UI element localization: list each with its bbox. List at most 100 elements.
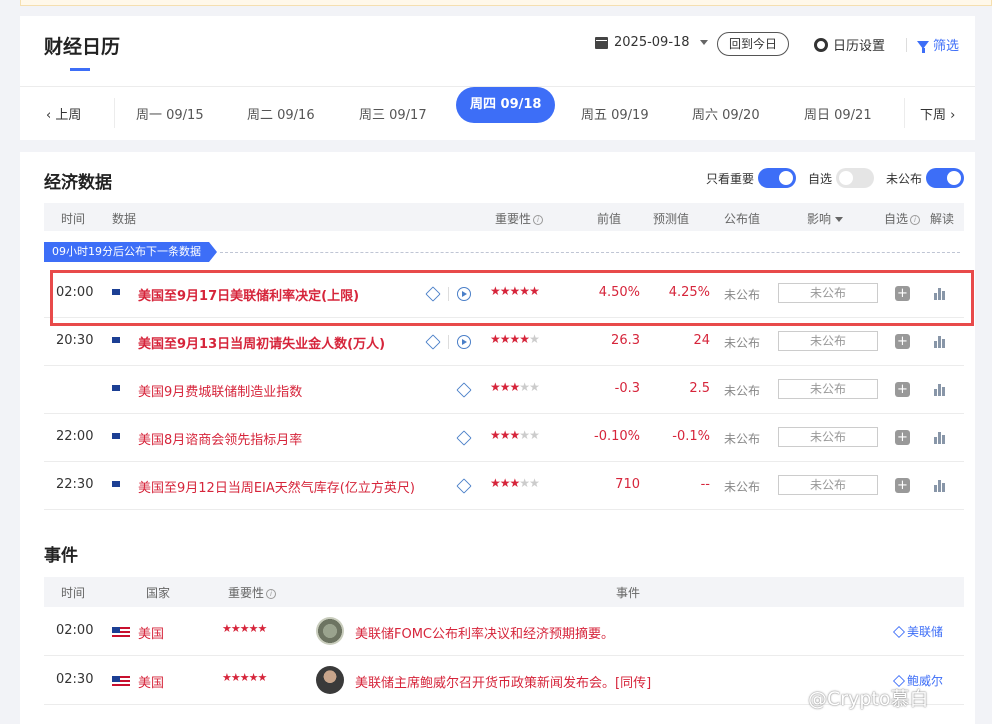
cube-icon[interactable]: [425, 286, 441, 302]
watermark: @Crypto慕白: [808, 688, 929, 710]
table-row: 美国9月费城联储制造业指数 ★★★★★ -0.3 2.5 未公布 未公布 +: [44, 366, 964, 414]
row-time: 20:30: [56, 333, 94, 348]
col-importance: 重要性 i: [228, 584, 277, 601]
col-importance-label: 重要性: [228, 586, 265, 600]
prev-value: -0.3: [614, 381, 640, 396]
bar-chart-icon[interactable]: [934, 334, 948, 348]
star-icon: ★: [490, 428, 501, 442]
indicator-name-link[interactable]: 美国至9月17日美联储利率决定(上限): [138, 285, 359, 304]
prev-week-button[interactable]: ‹ 上周: [46, 104, 81, 123]
prev-value: 4.50%: [598, 285, 640, 300]
day-tab-sat[interactable]: 周六 09/20: [692, 104, 760, 123]
star-icon: ★: [499, 332, 511, 346]
actual-value: 未公布: [724, 288, 761, 302]
info-icon[interactable]: i: [266, 588, 277, 599]
prev-week-label: 上周: [55, 108, 82, 123]
indicator-name-link[interactable]: 美国至9月13日当周初请失业金人数(万人): [138, 333, 385, 352]
col-data: 数据: [112, 212, 137, 226]
add-watchlist-icon[interactable]: +: [895, 430, 910, 445]
event-time: 02:00: [56, 623, 94, 638]
econ-section-title: 经济数据: [44, 173, 112, 193]
info-icon[interactable]: i: [910, 214, 921, 225]
calendar-icon: [595, 36, 608, 49]
importance-stars: ★★★★★: [490, 332, 540, 346]
star-icon: ★: [529, 332, 540, 346]
cube-icon: [892, 625, 906, 638]
forecast-value: 2.5: [689, 381, 710, 396]
table-row: 20:30 美国至9月13日当周初请失业金人数(万人) ★★★★★ 26.3 24 未公布…: [44, 318, 964, 366]
event-tag-label: 美联储: [907, 625, 944, 639]
indicator-name-link[interactable]: 美国8月谘商会领先指标月率: [138, 429, 302, 448]
cube-icon[interactable]: [456, 430, 472, 446]
info-icon[interactable]: i: [533, 214, 544, 225]
play-icon[interactable]: [457, 287, 471, 301]
col-time: 时间: [61, 586, 86, 600]
col-watch: 自选 i: [884, 210, 921, 227]
star-icon: ★: [529, 380, 540, 394]
day-tab-thu[interactable]: 周四 09/18: [456, 87, 556, 123]
actual-value: 未公布: [724, 384, 761, 398]
divider: [114, 98, 115, 128]
toggle-watchlist-switch[interactable]: [836, 168, 875, 188]
col-actual: 公布值: [724, 212, 761, 226]
next-week-button[interactable]: 下周 ›: [920, 104, 955, 123]
star-icon: ★: [519, 380, 530, 394]
bar-chart-icon[interactable]: [934, 286, 948, 300]
star-icon: ★: [490, 284, 501, 298]
divider: [448, 287, 449, 301]
prev-value: 26.3: [611, 333, 640, 348]
col-importance-label: 重要性: [495, 212, 532, 226]
day-tab-tue[interactable]: 周二 09/16: [247, 104, 315, 123]
day-tab-fri[interactable]: 周五 09/19: [581, 104, 649, 123]
importance-stars: ★★★★★: [490, 284, 540, 298]
bar-chart-icon[interactable]: [934, 430, 948, 444]
cube-icon[interactable]: [456, 478, 472, 494]
forecast-value: -0.1%: [672, 429, 710, 444]
col-watch-label: 自选: [884, 212, 909, 226]
day-tab-mon[interactable]: 周一 09/15: [136, 104, 204, 123]
add-watchlist-icon[interactable]: +: [895, 286, 910, 301]
indicator-name-link[interactable]: 美国至9月12日当周EIA天然气库存(亿立方英尺): [138, 477, 415, 496]
play-icon[interactable]: [457, 335, 471, 349]
row-time: 02:00: [56, 285, 94, 300]
cube-icon[interactable]: [456, 382, 472, 398]
star-icon: ★: [519, 428, 530, 442]
add-watchlist-icon[interactable]: +: [895, 478, 910, 493]
prev-value: -0.10%: [594, 429, 640, 444]
star-icon: ★: [499, 284, 511, 298]
col-analysis: 解读: [930, 212, 955, 226]
add-watchlist-icon[interactable]: +: [895, 382, 910, 397]
indicator-name-link[interactable]: 美国9月费城联储制造业指数: [138, 381, 302, 400]
next-week-label: 下周: [920, 108, 947, 123]
event-text-link[interactable]: 美联储主席鲍威尔召开货币政策新闻发布会。[同传]: [355, 672, 651, 691]
add-watchlist-icon[interactable]: +: [895, 334, 910, 349]
event-tag-link[interactable]: 美联储: [892, 623, 944, 640]
calendar-settings-button[interactable]: 日历设置: [814, 35, 885, 54]
bar-chart-icon[interactable]: [934, 478, 948, 492]
bar-chart-icon[interactable]: [934, 382, 948, 396]
toggle-unreleased-label: 未公布: [886, 171, 923, 186]
next-release-banner: 09小时19分后公布下一条数据: [44, 242, 217, 262]
toggle-watchlist-label: 自选: [808, 171, 833, 186]
cube-icon[interactable]: [425, 334, 441, 350]
col-time: 时间: [61, 212, 86, 226]
filter-button[interactable]: 筛选: [917, 35, 959, 54]
star-icon: ★: [490, 476, 501, 490]
star-icon: ★: [509, 332, 521, 346]
event-text-link[interactable]: 美联储FOMC公布利率决议和经济预期摘要。: [355, 623, 614, 642]
toggle-important-switch[interactable]: [758, 168, 797, 188]
prev-value: 710: [615, 477, 640, 492]
star-icon: ★: [529, 428, 540, 442]
star-icon: ★: [509, 476, 521, 490]
back-to-today-button[interactable]: 回到今日: [717, 32, 789, 56]
day-tab-wed[interactable]: 周三 09/17: [359, 104, 427, 123]
col-impact[interactable]: 影响: [807, 210, 844, 227]
col-impact-label: 影响: [807, 212, 832, 226]
date-picker[interactable]: 2025-09-18: [595, 35, 708, 50]
day-tab-sun[interactable]: 周日 09/21: [804, 104, 872, 123]
divider: [906, 38, 907, 52]
calendar-header-card: 财经日历 2025-09-18 回到今日 日历设置 筛选 ‹ 上周 周一 09/…: [20, 16, 975, 140]
event-country: 美国: [138, 627, 165, 642]
toggle-unreleased-switch[interactable]: [926, 168, 965, 188]
notice-strip: [20, 0, 992, 6]
